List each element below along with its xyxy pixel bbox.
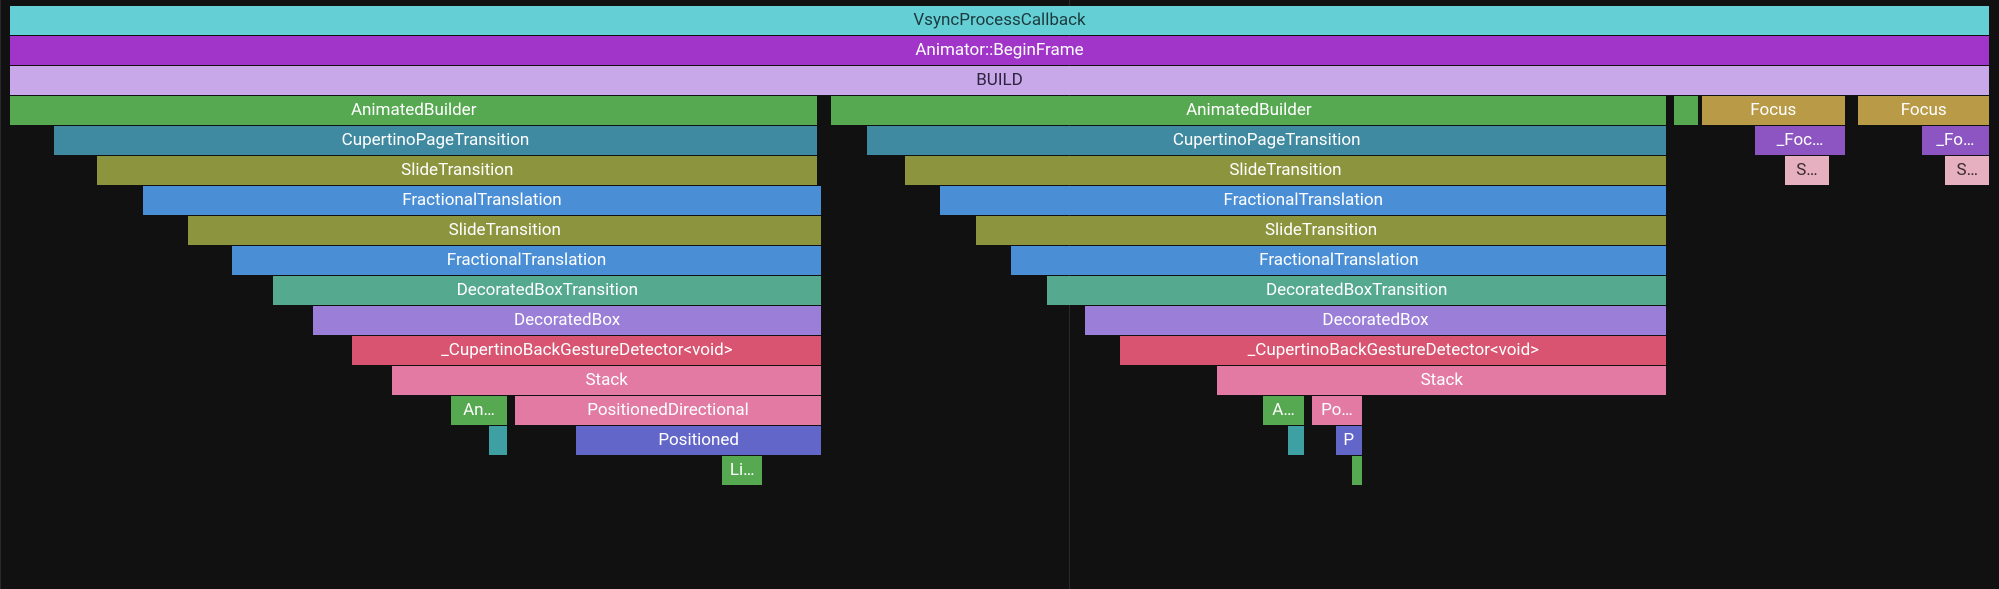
flame-bar[interactable] — [489, 426, 507, 455]
flame-bar[interactable]: AnimatedBuilder — [10, 96, 817, 125]
flame-bar[interactable]: Li… — [722, 456, 762, 485]
flame-bar[interactable]: FractionalTranslation — [1011, 246, 1666, 275]
flame-bar[interactable] — [1288, 426, 1304, 455]
flame-row: VsyncProcessCallback — [10, 6, 1989, 36]
flame-bar[interactable]: DecoratedBox — [1085, 306, 1667, 335]
flame-bar[interactable]: FractionalTranslation — [232, 246, 822, 275]
flame-row: CupertinoPageTransition CupertinoPageTran… — [10, 126, 1989, 156]
flame-row: AnimatedBuilder AnimatedBuilder Focus Focus — [10, 96, 1989, 126]
flame-row: Positioned P — [10, 426, 1989, 456]
flame-bar[interactable]: _Foc… — [1755, 126, 1844, 155]
flame-bar[interactable]: DecoratedBoxTransition — [1047, 276, 1666, 305]
flame-bar[interactable]: FractionalTranslation — [940, 186, 1666, 215]
flame-bar[interactable] — [1674, 96, 1682, 125]
flame-row: Animator::BeginFrame — [10, 36, 1989, 66]
flame-row: DecoratedBox DecoratedBox — [10, 306, 1989, 336]
flame-row: BUILD — [10, 66, 1989, 96]
flame-bar[interactable]: SlideTransition — [905, 156, 1667, 185]
flame-bar[interactable]: SlideTransition — [976, 216, 1667, 245]
flame-bar[interactable]: Stack — [1217, 366, 1666, 395]
flame-bar[interactable] — [1682, 96, 1690, 125]
flame-bar[interactable]: SlideTransition — [188, 216, 821, 245]
flame-bar[interactable]: DecoratedBoxTransition — [273, 276, 821, 305]
flame-bar[interactable] — [1352, 456, 1362, 485]
flame-bar[interactable]: CupertinoPageTransition — [867, 126, 1667, 155]
flame-bar[interactable]: S… — [1945, 156, 1989, 185]
flame-row: SlideTransition SlideTransition — [10, 216, 1989, 246]
flame-bar[interactable]: A… — [1263, 396, 1305, 425]
flame-bar[interactable]: Stack — [392, 366, 821, 395]
flame-row: _CupertinoBackGestureDetector<void> _Cupe… — [10, 336, 1989, 366]
flame-bar[interactable]: BUILD — [10, 66, 1989, 95]
flame-chart[interactable]: VsyncProcessCallbackAnimator::BeginFrame… — [10, 6, 1989, 486]
flame-bar[interactable]: PositionedDirectional — [515, 396, 822, 425]
flame-row: SlideTransition SlideTransition S… S… — [10, 156, 1989, 186]
flame-bar[interactable]: CupertinoPageTransition — [54, 126, 818, 155]
flame-bar[interactable]: Animator::BeginFrame — [10, 36, 1989, 65]
flame-bar[interactable]: VsyncProcessCallback — [10, 6, 1989, 35]
flame-row: FractionalTranslation FractionalTranslati… — [10, 246, 1989, 276]
flame-bar[interactable]: SlideTransition — [97, 156, 817, 185]
flame-bar[interactable]: _Fo… — [1922, 126, 1989, 155]
flame-row: An… PositionedDirectional A…Po… — [10, 396, 1989, 426]
flame-bar[interactable]: Focus — [1702, 96, 1844, 125]
flame-bar[interactable]: DecoratedBox — [313, 306, 822, 335]
flame-bar[interactable]: AnimatedBuilder — [831, 96, 1666, 125]
flame-bar[interactable]: S… — [1785, 156, 1829, 185]
flame-row: FractionalTranslation FractionalTranslati… — [10, 186, 1989, 216]
flame-bar[interactable]: Positioned — [576, 426, 821, 455]
flame-bar[interactable]: _CupertinoBackGestureDetector<void> — [1120, 336, 1666, 365]
flame-row: DecoratedBoxTransition DecoratedBoxTransi… — [10, 276, 1989, 306]
flame-bar[interactable] — [1690, 96, 1698, 125]
flame-bar[interactable]: FractionalTranslation — [143, 186, 822, 215]
flame-bar[interactable]: P — [1336, 426, 1362, 455]
flame-row: Stack Stack — [10, 366, 1989, 396]
flame-bar[interactable]: _CupertinoBackGestureDetector<void> — [352, 336, 821, 365]
flame-bar[interactable]: Focus — [1858, 96, 1989, 125]
flame-bar[interactable]: Po… — [1312, 396, 1361, 425]
flame-bar[interactable]: An… — [451, 396, 506, 425]
flame-row: Li… — [10, 456, 1989, 486]
